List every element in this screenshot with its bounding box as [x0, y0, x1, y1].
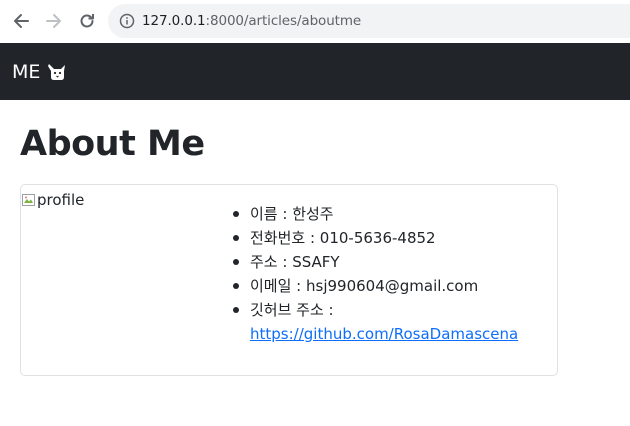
reload-icon — [80, 14, 94, 28]
profile-image-alt: profile — [37, 191, 85, 209]
info-label: 이름 — [250, 205, 278, 223]
back-button[interactable] — [9, 9, 33, 33]
list-item: 이름 : 한성주 — [233, 202, 550, 226]
arrow-right-icon — [46, 14, 61, 28]
github-link[interactable]: https://github.com/RosaDamascena — [250, 322, 550, 346]
list-item: 이메일 : hsj990604@gmail.com — [233, 274, 550, 298]
url-text[interactable]: 127.0.0.1:8000/articles/aboutme — [142, 13, 361, 29]
list-item-github: 깃허브 주소 : https://github.com/RosaDamascen… — [233, 298, 550, 346]
info-icon[interactable] — [119, 13, 135, 29]
forward-button[interactable] — [42, 9, 66, 33]
profile-card: profile 이름 : 한성주 전화번호 : 010-5636-4852 주소… — [20, 184, 558, 376]
arrow-left-icon — [14, 14, 29, 28]
url-host: 127.0.0.1 — [142, 13, 206, 29]
profile-info-list: 이름 : 한성주 전화번호 : 010-5636-4852 주소 : SSAFY… — [233, 202, 550, 346]
address-bar[interactable]: 127.0.0.1:8000/articles/aboutme — [108, 4, 630, 38]
list-item: 주소 : SSAFY — [233, 250, 550, 274]
info-value: 010-5636-4852 — [319, 229, 436, 247]
info-value: 한성주 — [292, 205, 334, 223]
reload-button[interactable] — [75, 9, 99, 33]
info-value: SSAFY — [292, 253, 340, 271]
url-path: :8000/articles/aboutme — [205, 13, 362, 29]
navbar-brand-link[interactable]: ME — [12, 61, 67, 83]
cat-face-icon — [48, 64, 66, 80]
list-item: 전화번호 : 010-5636-4852 — [233, 226, 550, 250]
profile-image: profile — [21, 189, 84, 211]
info-label: 이메일 — [250, 277, 292, 295]
info-label: 전화번호 — [250, 229, 306, 247]
browser-toolbar: 127.0.0.1:8000/articles/aboutme — [0, 0, 630, 42]
broken-image-icon — [22, 194, 35, 206]
info-value: hsj990604@gmail.com — [306, 277, 479, 295]
info-label: 깃허브 주소 — [250, 301, 324, 319]
info-label: 주소 — [250, 253, 278, 271]
brand-text: ME — [12, 61, 41, 83]
site-navbar: ME — [0, 43, 630, 100]
page-title: About Me — [20, 124, 205, 164]
